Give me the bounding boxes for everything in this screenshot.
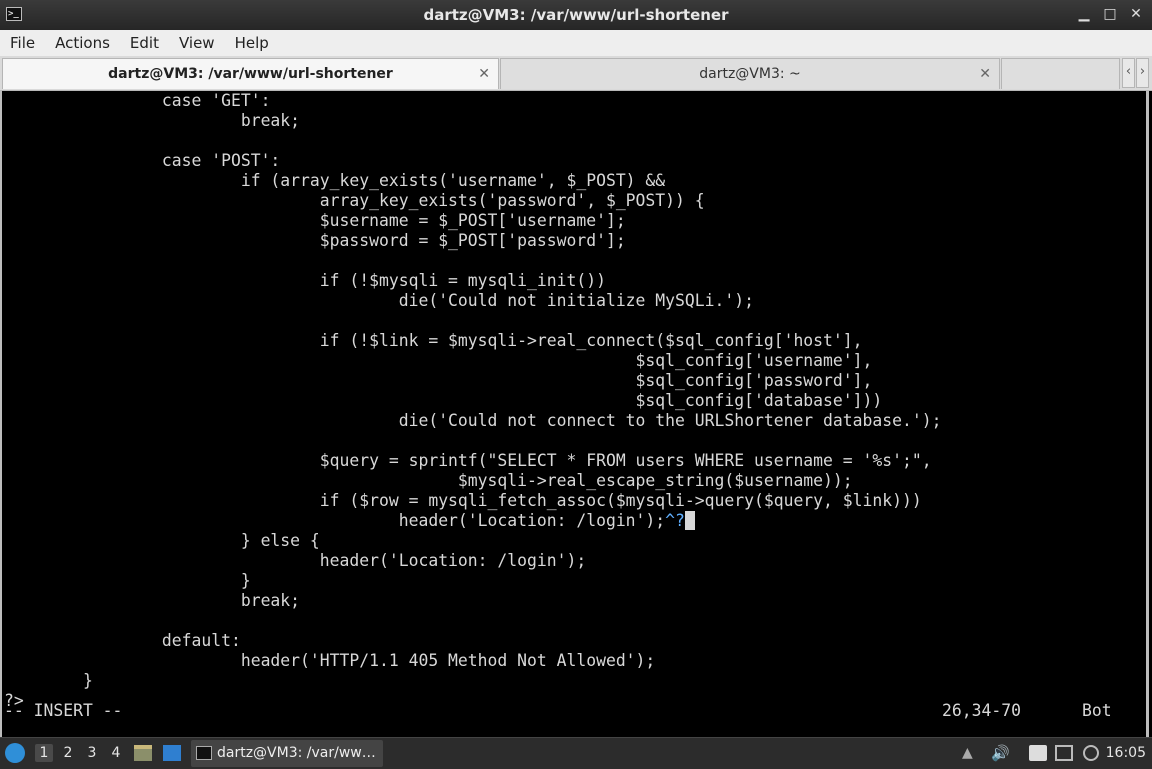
code-line: header('HTTP/1.1 405 Method Not Allowed'… — [4, 651, 656, 670]
show-desktop-icon[interactable] — [163, 745, 181, 761]
code-line: break; — [4, 111, 301, 130]
code-line: $sql_config['database'])) — [4, 391, 883, 410]
start-menu-icon[interactable] — [5, 743, 25, 763]
vim-scroll-position: Bot — [1082, 701, 1112, 720]
menu-bar: File Actions Edit View Help — [0, 30, 1152, 57]
code-line: header('Location: /login'); — [4, 511, 666, 530]
window-title: dartz@VM3: /var/www/url-shortener — [423, 6, 729, 24]
close-icon[interactable]: ✕ — [1126, 4, 1146, 24]
tab-close-icon[interactable]: ✕ — [478, 59, 490, 89]
network-icon[interactable] — [1055, 745, 1073, 761]
tab-label: dartz@VM3: /var/www/url-shortener — [108, 66, 393, 82]
upload-tray-icon[interactable]: ▲ — [962, 745, 980, 761]
tab-bar-empty-area — [1001, 58, 1120, 89]
tab-label: dartz@VM3: ~ — [699, 66, 801, 82]
code-line: $username = $_POST['username']; — [4, 211, 626, 230]
tab-home[interactable]: dartz@VM3: ~ ✕ — [500, 58, 1000, 89]
terminal-task-icon — [196, 746, 212, 760]
vim-mode: -- INSERT -- — [4, 701, 123, 720]
task-label: dartz@VM3: /var/ww… — [217, 745, 376, 761]
vim-cursor-position: 26,34-70 — [942, 701, 1021, 720]
taskbar-terminal-task[interactable]: dartz@VM3: /var/ww… — [191, 740, 383, 767]
tab-scroll-left-icon[interactable]: ‹ — [1122, 58, 1135, 88]
code-line: $password = $_POST['password']; — [4, 231, 626, 250]
code-line: die('Could not initialize MySQLi.'); — [4, 291, 754, 310]
text-cursor — [684, 511, 695, 530]
code-line: $sql_config['username'], — [4, 351, 873, 370]
tab-scroll-right-icon[interactable]: › — [1136, 58, 1149, 88]
file-manager-icon[interactable] — [134, 745, 152, 761]
code-line: default: — [4, 631, 241, 650]
tab-bar: dartz@VM3: /var/www/url-shortener ✕ dart… — [0, 56, 1152, 91]
code-line: case 'GET': — [4, 91, 271, 110]
terminal-area[interactable]: case 'GET': break; case 'POST': if (arra… — [0, 91, 1149, 737]
taskbar: 1 2 3 4 dartz@VM3: /var/ww… ▲ 🔊 16:05 — [0, 737, 1152, 769]
code-line: } — [4, 571, 251, 590]
menu-actions[interactable]: Actions — [45, 30, 120, 56]
maximize-icon[interactable]: □ — [1100, 4, 1120, 24]
code-line: case 'POST': — [4, 151, 281, 170]
title-bar: >_ dartz@VM3: /var/www/url-shortener ▁ □… — [0, 0, 1152, 30]
tab-close-icon[interactable]: ✕ — [979, 59, 991, 89]
code-line: header('Location: /login'); — [4, 551, 587, 570]
minimize-icon[interactable]: ▁ — [1074, 4, 1094, 24]
clock: 16:05 — [1105, 745, 1146, 761]
clipboard-icon[interactable] — [1029, 745, 1047, 761]
menu-file[interactable]: File — [0, 30, 45, 56]
code-line: if (!$mysqli = mysqli_init()) — [4, 271, 606, 290]
code-line: array_key_exists('password', $_POST)) { — [4, 191, 705, 210]
workspace-1[interactable]: 1 — [35, 744, 53, 762]
code-line: if ($row = mysqli_fetch_assoc($mysqli->q… — [4, 491, 922, 510]
volume-icon[interactable]: 🔊 — [991, 745, 1010, 761]
code-line: } — [4, 671, 93, 690]
code-line: if (!$link = $mysqli->real_connect($sql_… — [4, 331, 863, 350]
notification-icon[interactable] — [1083, 745, 1099, 761]
menu-help[interactable]: Help — [225, 30, 279, 56]
code-line: if (array_key_exists('username', $_POST)… — [4, 171, 666, 190]
workspace-3[interactable]: 3 — [83, 744, 101, 762]
tab-url-shortener[interactable]: dartz@VM3: /var/www/url-shortener ✕ — [2, 58, 499, 89]
code-line: $query = sprintf("SELECT * FROM users WH… — [4, 451, 932, 470]
code-line: $mysqli->real_escape_string($username)); — [4, 471, 853, 490]
workspace-2[interactable]: 2 — [59, 744, 77, 762]
code-line: } else { — [4, 531, 320, 550]
control-char: ^? — [665, 511, 685, 530]
code-line: break; — [4, 591, 301, 610]
menu-edit[interactable]: Edit — [120, 30, 169, 56]
code-line: die('Could not connect to the URLShorten… — [4, 411, 942, 430]
menu-view[interactable]: View — [169, 30, 225, 56]
code-line: $sql_config['password'], — [4, 371, 873, 390]
vim-buffer[interactable]: case 'GET': break; case 'POST': if (arra… — [4, 91, 941, 711]
workspace-4[interactable]: 4 — [107, 744, 125, 762]
